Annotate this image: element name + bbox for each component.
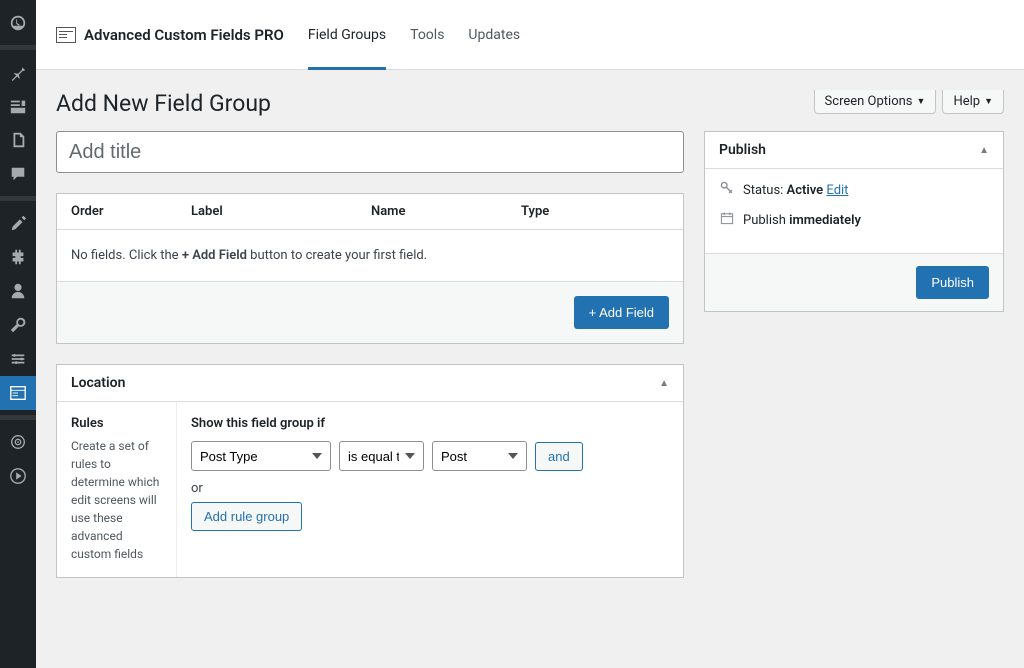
fields-postbox: Order Label Name Type No fields. Click t…	[56, 193, 684, 344]
admin-sidebar	[0, 0, 36, 668]
nav-tools[interactable]: Tools	[410, 0, 444, 70]
fields-table-header: Order Label Name Type	[57, 194, 683, 230]
add-field-button[interactable]: + Add Field	[574, 296, 669, 329]
nav-updates[interactable]: Updates	[468, 0, 520, 70]
brand[interactable]: Advanced Custom Fields PRO	[56, 26, 284, 44]
key-icon	[719, 181, 735, 199]
tools-icon[interactable]	[0, 308, 36, 342]
media-icon[interactable]	[0, 89, 36, 123]
rules-description: Create a set of rules to determine which…	[71, 437, 162, 563]
publish-button[interactable]: Publish	[916, 266, 989, 299]
calendar-icon	[719, 211, 735, 229]
title-input[interactable]	[56, 131, 684, 173]
add-rule-group-button[interactable]: Add rule group	[191, 502, 302, 531]
acf-icon[interactable]	[0, 376, 36, 410]
plugins-icon[interactable]	[0, 240, 36, 274]
rule-value-select[interactable]: Post	[432, 441, 527, 471]
no-fields-message: No fields. Click the + Add Field button …	[57, 230, 683, 282]
help-button[interactable]: Help▼	[942, 90, 1004, 114]
chevron-down-icon: ▼	[984, 96, 993, 107]
dashboard-icon[interactable]	[0, 6, 36, 40]
location-postbox: Location ▲ Rules Create a set of rules t…	[56, 364, 684, 578]
collapse-icon[interactable]: ▲	[979, 145, 989, 156]
rules-label: Rules	[71, 416, 162, 431]
settings-icon[interactable]	[0, 342, 36, 376]
collapse-icon[interactable]: ▲	[659, 378, 669, 389]
col-name: Name	[371, 204, 521, 219]
show-if-label: Show this field group if	[191, 416, 669, 431]
col-type: Type	[521, 204, 669, 219]
brand-icon	[56, 27, 76, 43]
pin-icon[interactable]	[0, 55, 36, 89]
play-icon[interactable]	[0, 459, 36, 493]
brand-text: Advanced Custom Fields PRO	[84, 26, 284, 44]
or-label: or	[191, 481, 669, 496]
comments-icon[interactable]	[0, 157, 36, 191]
location-title: Location	[71, 375, 125, 391]
appearance-icon[interactable]	[0, 206, 36, 240]
edit-status-link[interactable]: Edit	[826, 183, 848, 198]
col-order: Order	[71, 204, 191, 219]
chevron-down-icon: ▼	[917, 96, 926, 107]
and-button[interactable]: and	[535, 442, 583, 471]
screen-options-button[interactable]: Screen Options▼	[814, 90, 937, 114]
publish-postbox: Publish ▲ Status: Active Edit Publish im…	[704, 131, 1004, 312]
publish-title: Publish	[719, 142, 766, 158]
col-label: Label	[191, 204, 371, 219]
marketing-icon[interactable]	[0, 425, 36, 459]
rule-param-select[interactable]: Post Type	[191, 441, 331, 471]
rule-operator-select[interactable]: is equal to	[339, 441, 424, 471]
users-icon[interactable]	[0, 274, 36, 308]
nav-field-groups[interactable]: Field Groups	[308, 0, 386, 70]
top-bar: Advanced Custom Fields PRO Field Groups …	[36, 0, 1024, 70]
pages-icon[interactable]	[0, 123, 36, 157]
